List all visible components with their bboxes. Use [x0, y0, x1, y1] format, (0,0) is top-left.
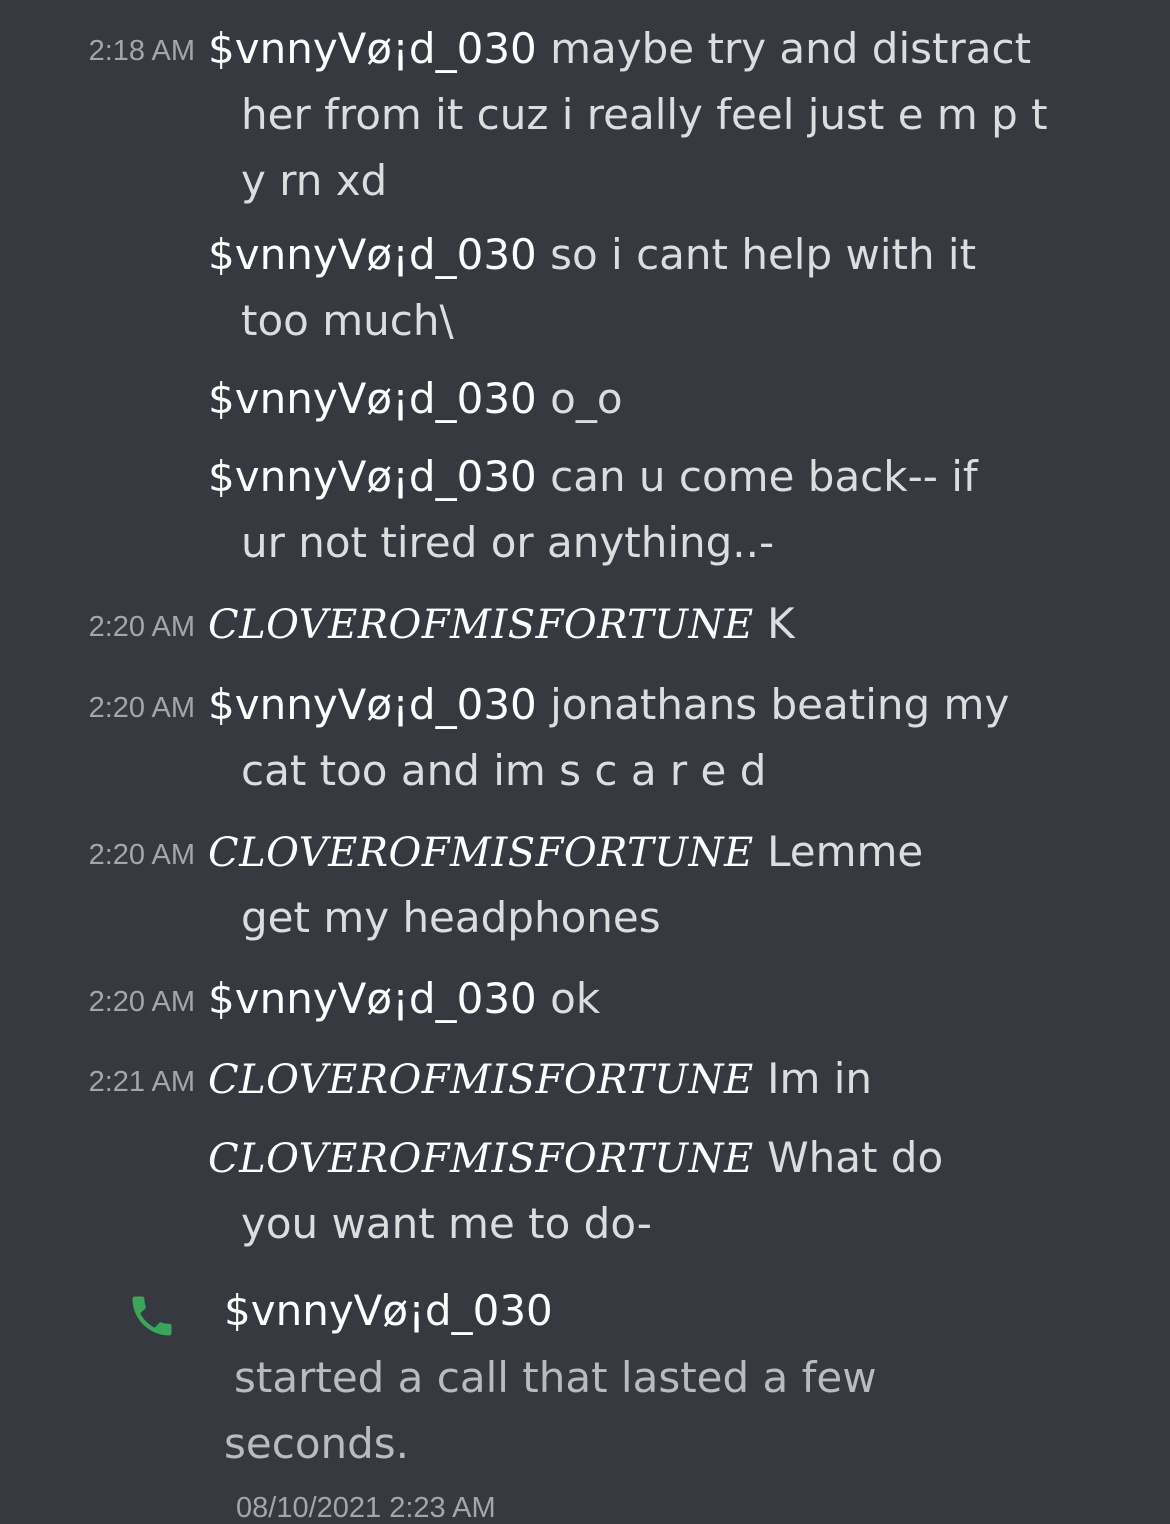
message-text: can u come back-- if — [550, 452, 978, 501]
message-author[interactable]: $vnnyVø¡d_030 — [208, 974, 537, 1023]
message-text-continued: you want me to do- — [241, 1199, 652, 1248]
message-author[interactable]: $vnnyVø¡d_030 — [208, 680, 537, 729]
message-author[interactable]: CLOVEROFMISFORTUNE — [208, 830, 754, 876]
message-timestamp: 2:21 AM — [88, 1066, 195, 1098]
message-text: maybe try and distract — [550, 24, 1032, 73]
message-text: Lemme — [767, 827, 924, 876]
message-author[interactable]: CLOVEROFMISFORTUNE — [208, 602, 754, 648]
message-text-continued: ur not tired or anything..- — [241, 518, 775, 567]
message-author[interactable]: CLOVEROFMISFORTUNE — [208, 1057, 754, 1103]
message-text: What do — [767, 1133, 944, 1182]
call-description-continued: seconds. — [224, 1419, 410, 1468]
message-author[interactable]: $vnnyVø¡d_030 — [208, 374, 537, 423]
message-author[interactable]: $vnnyVø¡d_030 — [208, 230, 537, 279]
message-timestamp: 2:20 AM — [88, 986, 195, 1018]
message-text: ok — [550, 974, 601, 1023]
message-text-continued: her from it cuz i really feel just e m p… — [241, 90, 1048, 139]
message-timestamp: 2:20 AM — [88, 692, 195, 724]
message-text-continued: too much\ — [241, 296, 454, 345]
message-author[interactable]: CLOVEROFMISFORTUNE — [208, 1136, 754, 1182]
phone-icon — [132, 1296, 172, 1336]
message-text: jonathans beating my — [550, 680, 1010, 729]
message-timestamp: 2:18 AM — [88, 35, 195, 67]
call-description: started a call that lasted a few — [234, 1353, 877, 1402]
message-text: o_o — [550, 374, 623, 423]
message-text: K — [767, 599, 795, 648]
message-text: Im in — [767, 1054, 873, 1103]
message-author[interactable]: $vnnyVø¡d_030 — [208, 452, 537, 501]
call-author[interactable]: $vnnyVø¡d_030 — [224, 1290, 553, 1332]
message-text-continued: get my headphones — [241, 893, 661, 942]
message-timestamp: 2:20 AM — [88, 611, 195, 643]
message-text-continued: cat too and im s c a r e d — [241, 746, 767, 795]
message-text-continued: y rn xd — [241, 156, 388, 205]
message-author[interactable]: $vnnyVø¡d_030 — [208, 24, 537, 73]
message-timestamp: 2:20 AM — [88, 839, 195, 871]
message-text: so i cant help with it — [550, 230, 977, 279]
